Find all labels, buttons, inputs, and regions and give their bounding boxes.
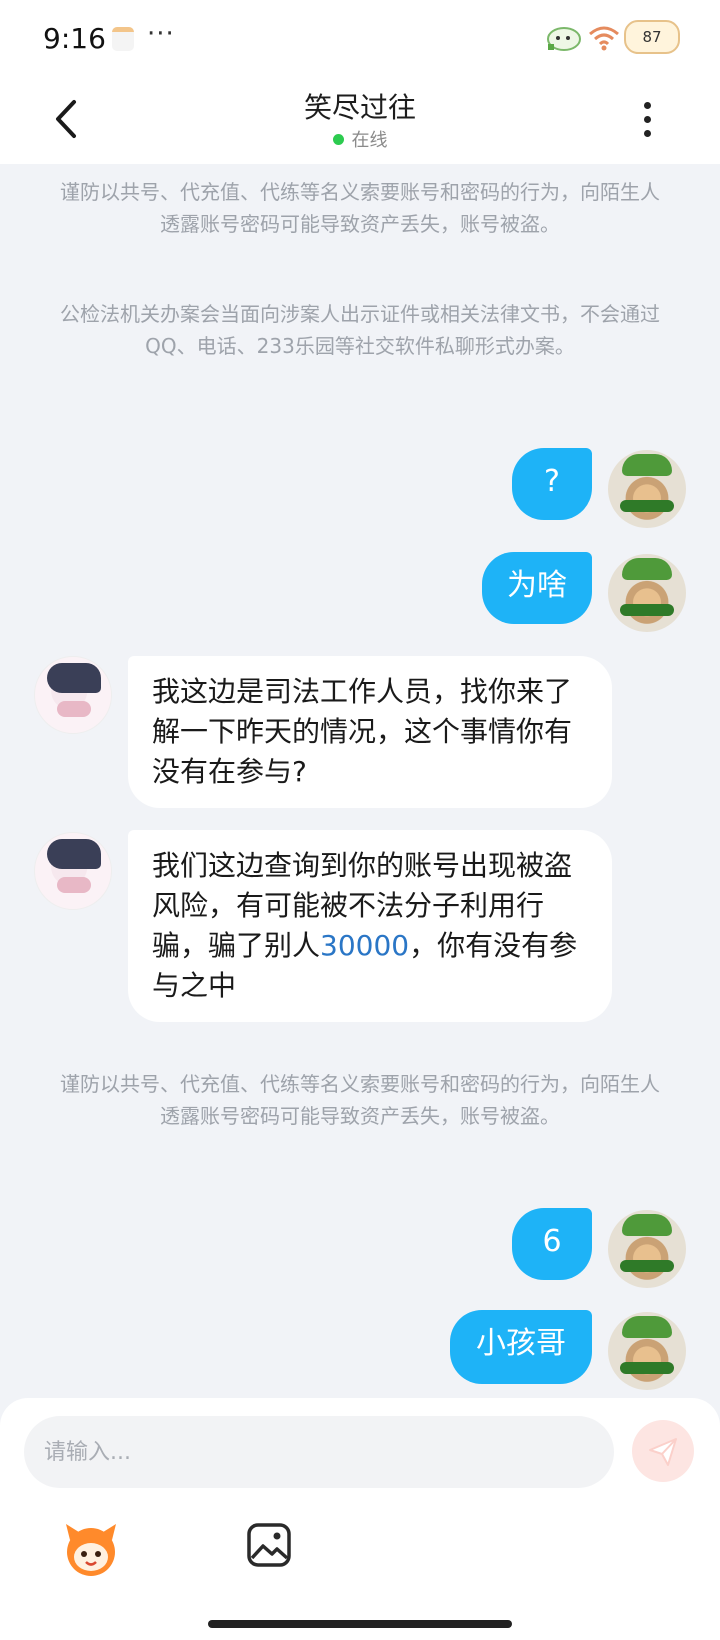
image-button[interactable] xyxy=(246,1522,292,1568)
image-icon xyxy=(247,1523,291,1567)
menu-dot-icon xyxy=(643,102,651,109)
more-options-button[interactable] xyxy=(640,98,654,144)
incoming-message[interactable]: 我这边是司法工作人员，找你来了解一下昨天的情况，这个事情你有没有在参与? xyxy=(128,656,612,808)
outgoing-message[interactable]: 6 xyxy=(512,1208,592,1280)
composer-panel xyxy=(0,1398,720,1640)
contact-avatar[interactable] xyxy=(34,832,112,910)
home-indicator[interactable] xyxy=(208,1620,512,1628)
menu-dot-icon xyxy=(643,130,651,137)
outgoing-message[interactable]: 小孩哥 xyxy=(450,1310,592,1384)
amount-link[interactable]: 30000 xyxy=(320,929,409,962)
battery-icon: 87 xyxy=(624,20,680,54)
wifi-icon xyxy=(589,26,619,51)
contact-avatar[interactable] xyxy=(34,656,112,734)
status-bar: 9:16 ··· 87 xyxy=(0,0,720,78)
my-avatar[interactable] xyxy=(608,1210,686,1288)
cartoon-face-icon xyxy=(66,1524,116,1576)
send-button[interactable] xyxy=(632,1420,694,1482)
incoming-message[interactable]: 我们这边查询到你的账号出现被盗风险，有可能被不法分子利用行骗，骗了别人30000… xyxy=(128,830,612,1022)
outgoing-message[interactable]: 为啥 xyxy=(482,552,592,624)
chat-header: 笑尽过往 在线 xyxy=(0,78,720,164)
online-status-text: 在线 xyxy=(351,130,388,151)
online-dot-icon xyxy=(332,134,344,145)
status-icons: 87 xyxy=(544,20,680,54)
emoji-button[interactable] xyxy=(60,1518,122,1580)
security-notice: 谨防以共号、代充值、代练等名义索要账号和密码的行为，向陌生人透露账号密码可能导致… xyxy=(60,180,660,236)
legal-notice: 公检法机关办案会当面向涉案人出示证件或相关法律文书，不会通过QQ、电话、233乐… xyxy=(60,302,660,358)
menu-dot-icon xyxy=(643,116,651,123)
my-avatar[interactable] xyxy=(608,554,686,632)
my-avatar[interactable] xyxy=(608,1312,686,1390)
status-time: 9:16 xyxy=(43,22,106,55)
security-notice: 谨防以共号、代充值、代练等名义索要账号和密码的行为，向陌生人透露账号密码可能导致… xyxy=(60,1072,660,1128)
outgoing-message[interactable]: ? xyxy=(512,448,592,520)
status-more-icon: ··· xyxy=(147,19,175,49)
online-status: 在线 xyxy=(0,126,720,152)
signal-cat-icon xyxy=(547,27,581,51)
notification-icon xyxy=(112,27,134,51)
message-input[interactable] xyxy=(24,1416,614,1488)
paper-plane-icon xyxy=(649,1438,677,1466)
my-avatar[interactable] xyxy=(608,450,686,528)
contact-name: 笑尽过往 xyxy=(303,91,416,124)
